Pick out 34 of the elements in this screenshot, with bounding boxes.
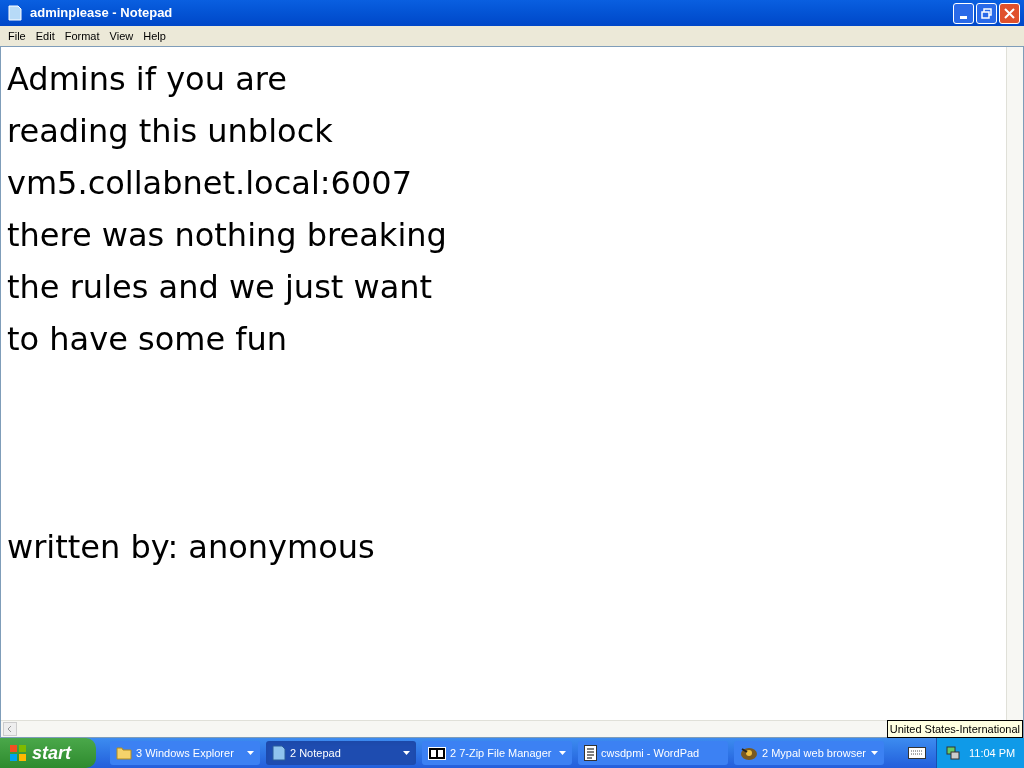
- text-line: to have some fun: [7, 319, 288, 360]
- menu-item[interactable]: File: [4, 27, 30, 45]
- notepad-icon: [272, 745, 286, 761]
- restore-button[interactable]: [976, 2, 997, 24]
- document-icon: [584, 745, 597, 761]
- browser-icon: [740, 745, 758, 761]
- start-button[interactable]: start: [0, 738, 96, 768]
- taskbar-button[interactable]: cwsdpmi - WordPad: [578, 741, 728, 765]
- menu-item[interactable]: View: [105, 27, 138, 45]
- text-line: Admins if you are: [7, 59, 287, 100]
- windows-logo: [8, 743, 28, 763]
- window-title: adminplease - Notepad: [30, 4, 173, 23]
- menu-item[interactable]: Help: [139, 27, 170, 45]
- taskbar-button[interactable]: 2 7-Zip File Manager: [422, 741, 572, 765]
- taskbar-button[interactable]: 2 Notepad: [266, 741, 416, 765]
- text-line: vm5.collabnet.local:6007: [7, 163, 412, 204]
- close-icon: [1004, 7, 1015, 19]
- keyboard-icon[interactable]: [908, 747, 926, 759]
- clock: 11:04 PM: [969, 745, 1016, 761]
- taskbar-button[interactable]: 2 Mypal web browser: [734, 741, 884, 765]
- network-icon[interactable]: [945, 745, 961, 761]
- taskbar-button[interactable]: 3 Windows Explorer: [110, 741, 260, 765]
- archive-icon: [428, 746, 446, 760]
- menu-item[interactable]: Edit: [31, 27, 59, 45]
- text-line: the rules and we just want: [7, 267, 433, 308]
- text-line: written by: anonymous: [7, 527, 375, 568]
- menu-item[interactable]: Format: [60, 27, 104, 45]
- close-button[interactable]: [999, 2, 1020, 24]
- folder-icon: [116, 746, 132, 760]
- text-line: reading this unblock: [7, 111, 333, 152]
- minimize-button[interactable]: [953, 2, 974, 24]
- text-line: there was nothing breaking: [7, 215, 447, 256]
- restore-icon: [981, 7, 992, 19]
- notepad-icon: [8, 5, 22, 21]
